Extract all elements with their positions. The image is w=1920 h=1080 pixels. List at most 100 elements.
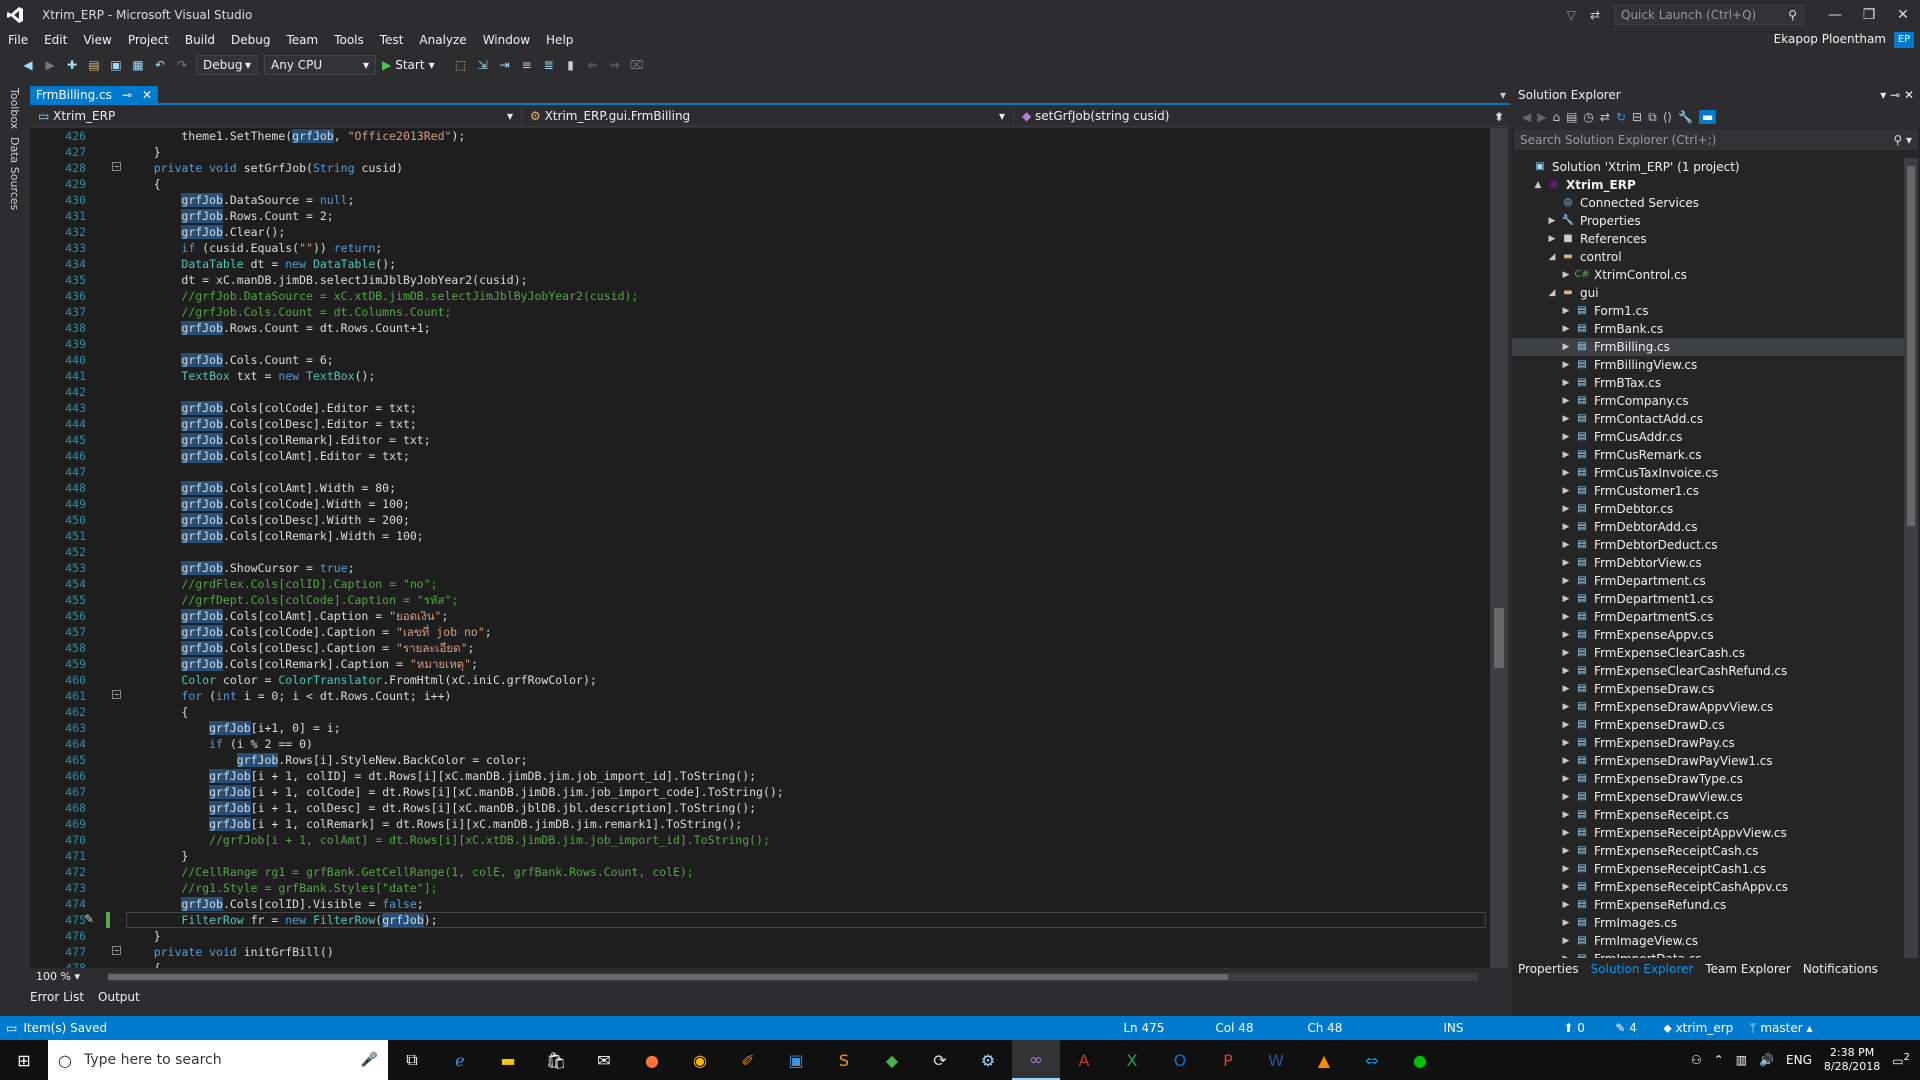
menu-file[interactable]: File — [0, 33, 36, 47]
forward-icon[interactable]: ▶ — [1537, 110, 1546, 124]
menu-edit[interactable]: Edit — [36, 33, 75, 47]
tree-item[interactable]: ▶ ▤ FrmDepartmentS.cs — [1512, 608, 1904, 626]
tree-item[interactable]: ▶ ▤ FrmImages.cs — [1512, 914, 1904, 932]
code-line[interactable]: } — [126, 928, 784, 944]
menu-debug[interactable]: Debug — [223, 33, 278, 47]
pin-icon[interactable]: ⊸ — [1890, 88, 1900, 102]
expander-icon[interactable]: ▶ — [1560, 302, 1572, 320]
scroll-thumb[interactable] — [1494, 608, 1504, 668]
tree-item[interactable]: ▶ ▤ FrmBilling.cs — [1512, 338, 1904, 356]
quick-actions-icon[interactable]: ✎ — [84, 912, 94, 926]
chrome-icon[interactable]: ◉ — [676, 1040, 724, 1080]
expander-icon[interactable]: ▶ — [1560, 806, 1572, 824]
code-line[interactable]: grfJob.Rows.Count = dt.Rows.Count+1; — [126, 320, 784, 336]
refresh-icon[interactable]: ↻ — [1616, 110, 1626, 124]
expander-icon[interactable]: ▶ — [1560, 788, 1572, 806]
code-line[interactable]: TextBox txt = new TextBox(); — [126, 368, 784, 384]
expander-icon[interactable]: ▶ — [1560, 824, 1572, 842]
tree-item[interactable]: ▶ ▤ FrmExpenseReceiptCashAppv.cs — [1512, 878, 1904, 896]
tree-item[interactable]: ◎ Connected Services — [1512, 194, 1904, 212]
tree-item[interactable]: ▶ ▤ FrmExpenseDrawPay.cs — [1512, 734, 1904, 752]
tree-item[interactable]: ▶ ▤ FrmDebtorAdd.cs — [1512, 518, 1904, 536]
expander-icon[interactable]: ▶ — [1560, 608, 1572, 626]
code-line[interactable]: dt = xC.manDB.jimDB.selectJimJblByJobYea… — [126, 272, 784, 288]
tree-item[interactable]: ◢ ▬ gui — [1512, 284, 1904, 302]
taskbar-search-input[interactable]: ○ Type here to search 🎤 — [48, 1040, 388, 1080]
code-line[interactable]: theme1.SetTheme(grfJob, "Office2013Red")… — [126, 128, 784, 144]
powerpoint-icon[interactable]: P — [1204, 1040, 1252, 1080]
git-icon[interactable]: ◆ — [868, 1040, 916, 1080]
expander-icon[interactable]: ▶ — [1560, 680, 1572, 698]
code-line[interactable]: grfJob.Cols.Count = 6; — [126, 352, 784, 368]
access-icon[interactable]: A — [1060, 1040, 1108, 1080]
code-line[interactable]: //grfJob.DataSource = xC.xtDB.jimDB.sele… — [126, 288, 784, 304]
code-line[interactable] — [126, 544, 784, 560]
code-line[interactable] — [126, 336, 784, 352]
expander-icon[interactable]: ▶ — [1560, 896, 1572, 914]
code-line[interactable]: } — [126, 848, 784, 864]
tree-item[interactable]: ▶ ▤ FrmExpenseReceiptAppvView.cs — [1512, 824, 1904, 842]
code-line[interactable]: grfJob[i + 1, colCode] = dt.Rows[i][xC.m… — [126, 784, 784, 800]
code-line[interactable]: DataTable dt = new DataTable(); — [126, 256, 784, 272]
tab-output[interactable]: Output — [98, 990, 140, 1010]
menu-build[interactable]: Build — [177, 33, 223, 47]
mail-icon[interactable]: ✉ — [580, 1040, 628, 1080]
expander-icon[interactable]: ▶ — [1560, 572, 1572, 590]
expander-icon[interactable]: ▶ — [1560, 518, 1572, 536]
expander-icon[interactable]: ▶ — [1560, 482, 1572, 500]
menu-window[interactable]: Window — [475, 33, 538, 47]
code-line[interactable]: } — [126, 144, 784, 160]
solution-explorer-search[interactable]: Search Solution Explorer (Ctrl+;) ⚲ ▾ — [1514, 130, 1918, 150]
code-line[interactable]: grfJob.Cols[colDesc].Editor = txt; — [126, 416, 784, 432]
expander-icon[interactable]: ▶ — [1560, 770, 1572, 788]
code-line[interactable]: grfJob.Cols[colDesc].Width = 200; — [126, 512, 784, 528]
code-line[interactable]: for (int i = 0; i < dt.Rows.Count; i++) — [126, 688, 784, 704]
data-sources-tab[interactable]: Data Sources — [8, 137, 21, 210]
paint-icon[interactable]: ✐ — [724, 1040, 772, 1080]
redo-icon[interactable]: ↷ — [174, 57, 190, 73]
filter-icon[interactable]: ▽ — [1567, 8, 1576, 22]
tree-item[interactable]: ▶ ▤ FrmDepartment.cs — [1512, 572, 1904, 590]
tree-item[interactable]: ▲ ▣ Xtrim_ERP — [1512, 176, 1904, 194]
step-over-icon[interactable]: ⇥ — [497, 57, 513, 73]
tree-item[interactable]: ▶ ▤ FrmExpenseReceiptCash1.cs — [1512, 860, 1904, 878]
solution-configuration-dropdown[interactable]: Debug ▾ — [196, 55, 258, 75]
expander-icon[interactable]: ▶ — [1560, 662, 1572, 680]
collapse-toggle[interactable]: − — [112, 946, 121, 955]
branch-selector[interactable]: ᛘ master ▴ — [1749, 1021, 1812, 1035]
excel-icon[interactable]: X — [1108, 1040, 1156, 1080]
expander-icon[interactable]: ▶ — [1560, 446, 1572, 464]
expander-icon[interactable]: ▶ — [1560, 950, 1572, 958]
member-dropdown[interactable]: ◆ setGrfJob(string cusid) ▾ — [1014, 107, 1510, 127]
forward-icon[interactable]: ▶ — [42, 57, 58, 73]
expander-icon[interactable]: ◢ — [1546, 284, 1558, 302]
restore-button[interactable]: ❐ — [1852, 7, 1886, 23]
expander-icon[interactable]: ▶ — [1560, 842, 1572, 860]
menu-tools[interactable]: Tools — [326, 33, 372, 47]
expander-icon[interactable]: ▶ — [1560, 374, 1572, 392]
code-line[interactable]: grfJob[i + 1, colID] = dt.Rows[i][xC.man… — [126, 768, 784, 784]
tree-item[interactable]: ▶ 🔧 Properties — [1512, 212, 1904, 230]
tree-item[interactable]: ▶ ▤ FrmExpenseDrawAppvView.cs — [1512, 698, 1904, 716]
step-into-icon[interactable]: ⇲ — [475, 57, 491, 73]
solution-platform-dropdown[interactable]: Any CPU ▾ — [264, 55, 376, 75]
feedback-icon[interactable]: ⇄ — [1590, 8, 1600, 22]
code-line[interactable]: //grdFlex.Cols[colID].Caption = "no"; — [126, 576, 784, 592]
show-all-files-icon[interactable]: ⧉ — [1648, 110, 1657, 125]
expander-icon[interactable]: ◢ — [1546, 248, 1558, 266]
tab-team-explorer[interactable]: Team Explorer — [1705, 962, 1791, 982]
tree-item[interactable]: ▶ ▤ FrmBillingView.cs — [1512, 356, 1904, 374]
quick-launch-input[interactable]: Quick Launch (Ctrl+Q) ⚲ — [1614, 5, 1804, 25]
expander-icon[interactable]: ▶ — [1560, 590, 1572, 608]
network-icon[interactable]: ▥ — [1736, 1053, 1747, 1067]
tree-item[interactable]: ▶ ▤ FrmExpenseReceipt.cs — [1512, 806, 1904, 824]
preview-icon[interactable]: ▬ — [1699, 110, 1717, 124]
code-line[interactable]: grfJob.Cols[colCode].Caption = "เลขที่ j… — [126, 624, 784, 640]
expander-icon[interactable]: ▶ — [1560, 698, 1572, 716]
toolbox-tab[interactable]: Toolbox — [8, 88, 21, 129]
code-line[interactable]: grfJob.Cols[colAmt].Caption = "ยอดเงิน"; — [126, 608, 784, 624]
uncomment-icon[interactable]: ≣ — [541, 57, 557, 73]
expander-icon[interactable]: ▶ — [1560, 464, 1572, 482]
home-icon[interactable]: ⌂ — [1552, 110, 1560, 124]
expander-icon[interactable]: ▶ — [1560, 338, 1572, 356]
